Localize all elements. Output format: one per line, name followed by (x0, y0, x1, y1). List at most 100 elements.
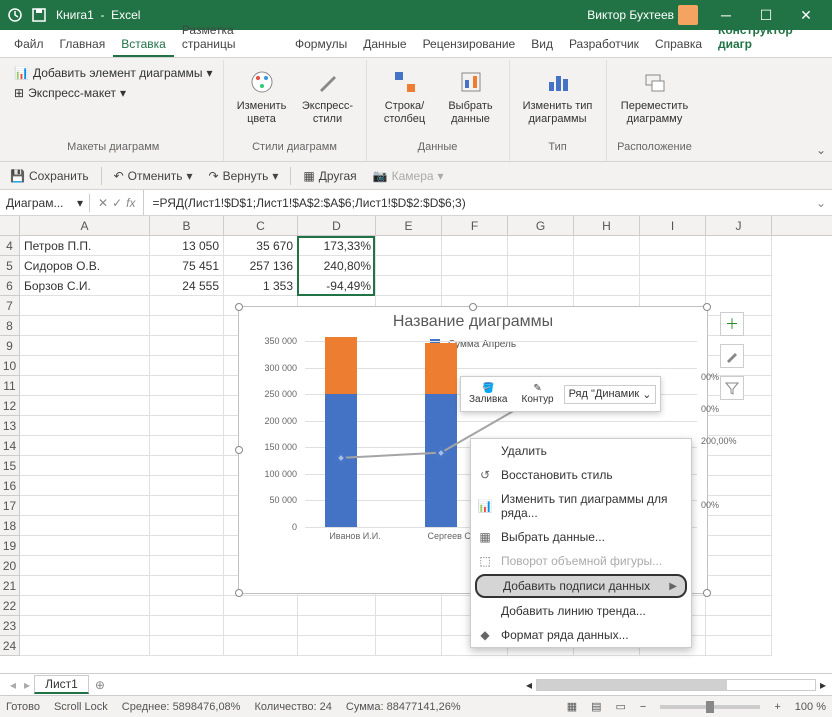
cell[interactable] (20, 336, 150, 356)
cell[interactable] (20, 316, 150, 336)
cell[interactable] (20, 436, 150, 456)
row-header[interactable]: 15 (0, 456, 20, 476)
cell[interactable]: 257 136 (224, 256, 298, 276)
ctx-format-series[interactable]: ◆Формат ряда данных... (471, 623, 691, 647)
row-header[interactable]: 23 (0, 616, 20, 636)
row-header[interactable]: 8 (0, 316, 20, 336)
chart-styles-button[interactable] (720, 344, 744, 368)
col-header[interactable]: H (574, 216, 640, 235)
cell[interactable] (442, 276, 508, 296)
express-layout-button[interactable]: ⊞ Экспресс-макет ▾ (12, 84, 215, 102)
qat-save-button[interactable]: 💾Сохранить (6, 167, 93, 185)
row-header[interactable]: 10 (0, 356, 20, 376)
col-header[interactable]: F (442, 216, 508, 235)
cell[interactable] (20, 396, 150, 416)
cell[interactable] (150, 456, 224, 476)
row-header[interactable]: 16 (0, 476, 20, 496)
col-header[interactable]: E (376, 216, 442, 235)
change-colors-button[interactable]: Изменить цвета (232, 64, 292, 130)
cell[interactable] (150, 516, 224, 536)
chart-filters-button[interactable] (720, 376, 744, 400)
cell[interactable] (150, 396, 224, 416)
row-header[interactable]: 22 (0, 596, 20, 616)
row-header[interactable]: 18 (0, 516, 20, 536)
cell[interactable] (376, 616, 442, 636)
cancel-icon[interactable]: ✕ (98, 196, 108, 210)
ctx-add-trendline[interactable]: Добавить линию тренда... (471, 599, 691, 623)
fx-icon[interactable]: fx (126, 196, 135, 210)
row-header[interactable]: 11 (0, 376, 20, 396)
tab-chart-design[interactable]: Конструктор диагр (710, 19, 826, 57)
qat-other-button[interactable]: ▦Другая (299, 167, 360, 185)
cell[interactable] (224, 616, 298, 636)
outline-button[interactable]: ✎ Контур (518, 381, 558, 407)
cell[interactable]: 1 353 (224, 276, 298, 296)
row-column-button[interactable]: Строка/столбец (375, 64, 435, 130)
cell[interactable] (224, 596, 298, 616)
cell[interactable] (150, 336, 224, 356)
cell[interactable] (298, 616, 376, 636)
cell[interactable]: Петров П.П. (20, 236, 150, 256)
col-header[interactable]: C (224, 216, 298, 235)
row-header[interactable]: 13 (0, 416, 20, 436)
row-header[interactable]: 19 (0, 536, 20, 556)
cell[interactable] (376, 256, 442, 276)
scroll-right[interactable]: ▸ (820, 678, 826, 692)
cell[interactable] (298, 636, 376, 656)
zoom-slider[interactable] (660, 705, 760, 709)
cell[interactable] (150, 376, 224, 396)
col-header[interactable]: J (706, 216, 772, 235)
cell[interactable] (20, 456, 150, 476)
cell[interactable] (150, 636, 224, 656)
cell[interactable] (150, 436, 224, 456)
cell[interactable] (706, 276, 772, 296)
row-header[interactable]: 4 (0, 236, 20, 256)
cell[interactable] (706, 616, 772, 636)
chart-elements-button[interactable]: ＋ (720, 312, 744, 336)
express-styles-button[interactable]: Экспресс-стили (298, 64, 358, 130)
cell[interactable]: 75 451 (150, 256, 224, 276)
ctx-reset-style[interactable]: ↺Восстановить стиль (471, 463, 691, 487)
zoom-out[interactable]: − (640, 701, 646, 713)
cell[interactable] (574, 236, 640, 256)
view-normal-icon[interactable]: ▦ (567, 700, 577, 713)
row-header[interactable]: 7 (0, 296, 20, 316)
cell[interactable] (20, 536, 150, 556)
cell[interactable] (20, 476, 150, 496)
qat-undo-button[interactable]: ↶Отменить ▾ (110, 167, 197, 185)
resize-handle[interactable] (235, 303, 243, 311)
ctx-change-type[interactable]: 📊Изменить тип диаграммы для ряда... (471, 487, 691, 525)
resize-handle[interactable] (469, 303, 477, 311)
resize-handle[interactable] (703, 589, 711, 597)
cell[interactable] (20, 376, 150, 396)
cell[interactable] (508, 276, 574, 296)
cell[interactable] (20, 416, 150, 436)
cell[interactable] (442, 236, 508, 256)
autosave-icon[interactable] (6, 6, 24, 24)
cell[interactable]: 240,80% (298, 256, 376, 276)
cell[interactable] (150, 576, 224, 596)
cell[interactable] (298, 596, 376, 616)
cell[interactable] (376, 636, 442, 656)
tab-data[interactable]: Данные (355, 33, 414, 57)
cell[interactable] (150, 416, 224, 436)
cell[interactable] (20, 296, 150, 316)
cell[interactable] (376, 236, 442, 256)
avatar[interactable] (678, 5, 698, 25)
row-header[interactable]: 12 (0, 396, 20, 416)
cell[interactable] (150, 476, 224, 496)
cell[interactable] (20, 596, 150, 616)
row-header[interactable]: 17 (0, 496, 20, 516)
ctx-add-data-labels[interactable]: Добавить подписи данных▶ (475, 574, 687, 598)
tab-help[interactable]: Справка (647, 33, 710, 57)
add-sheet-button[interactable]: ⊕ (95, 678, 105, 692)
username[interactable]: Виктор Бухтеев (587, 8, 674, 22)
cell[interactable] (376, 596, 442, 616)
cell[interactable] (20, 556, 150, 576)
name-box[interactable]: Диаграм...▾ (0, 194, 90, 212)
cell[interactable]: Сидоров О.В. (20, 256, 150, 276)
sheet-nav-prev[interactable]: ◂ (6, 678, 20, 692)
row-header[interactable]: 21 (0, 576, 20, 596)
change-chart-type-button[interactable]: Изменить тип диаграммы (518, 64, 598, 130)
cell[interactable] (150, 296, 224, 316)
